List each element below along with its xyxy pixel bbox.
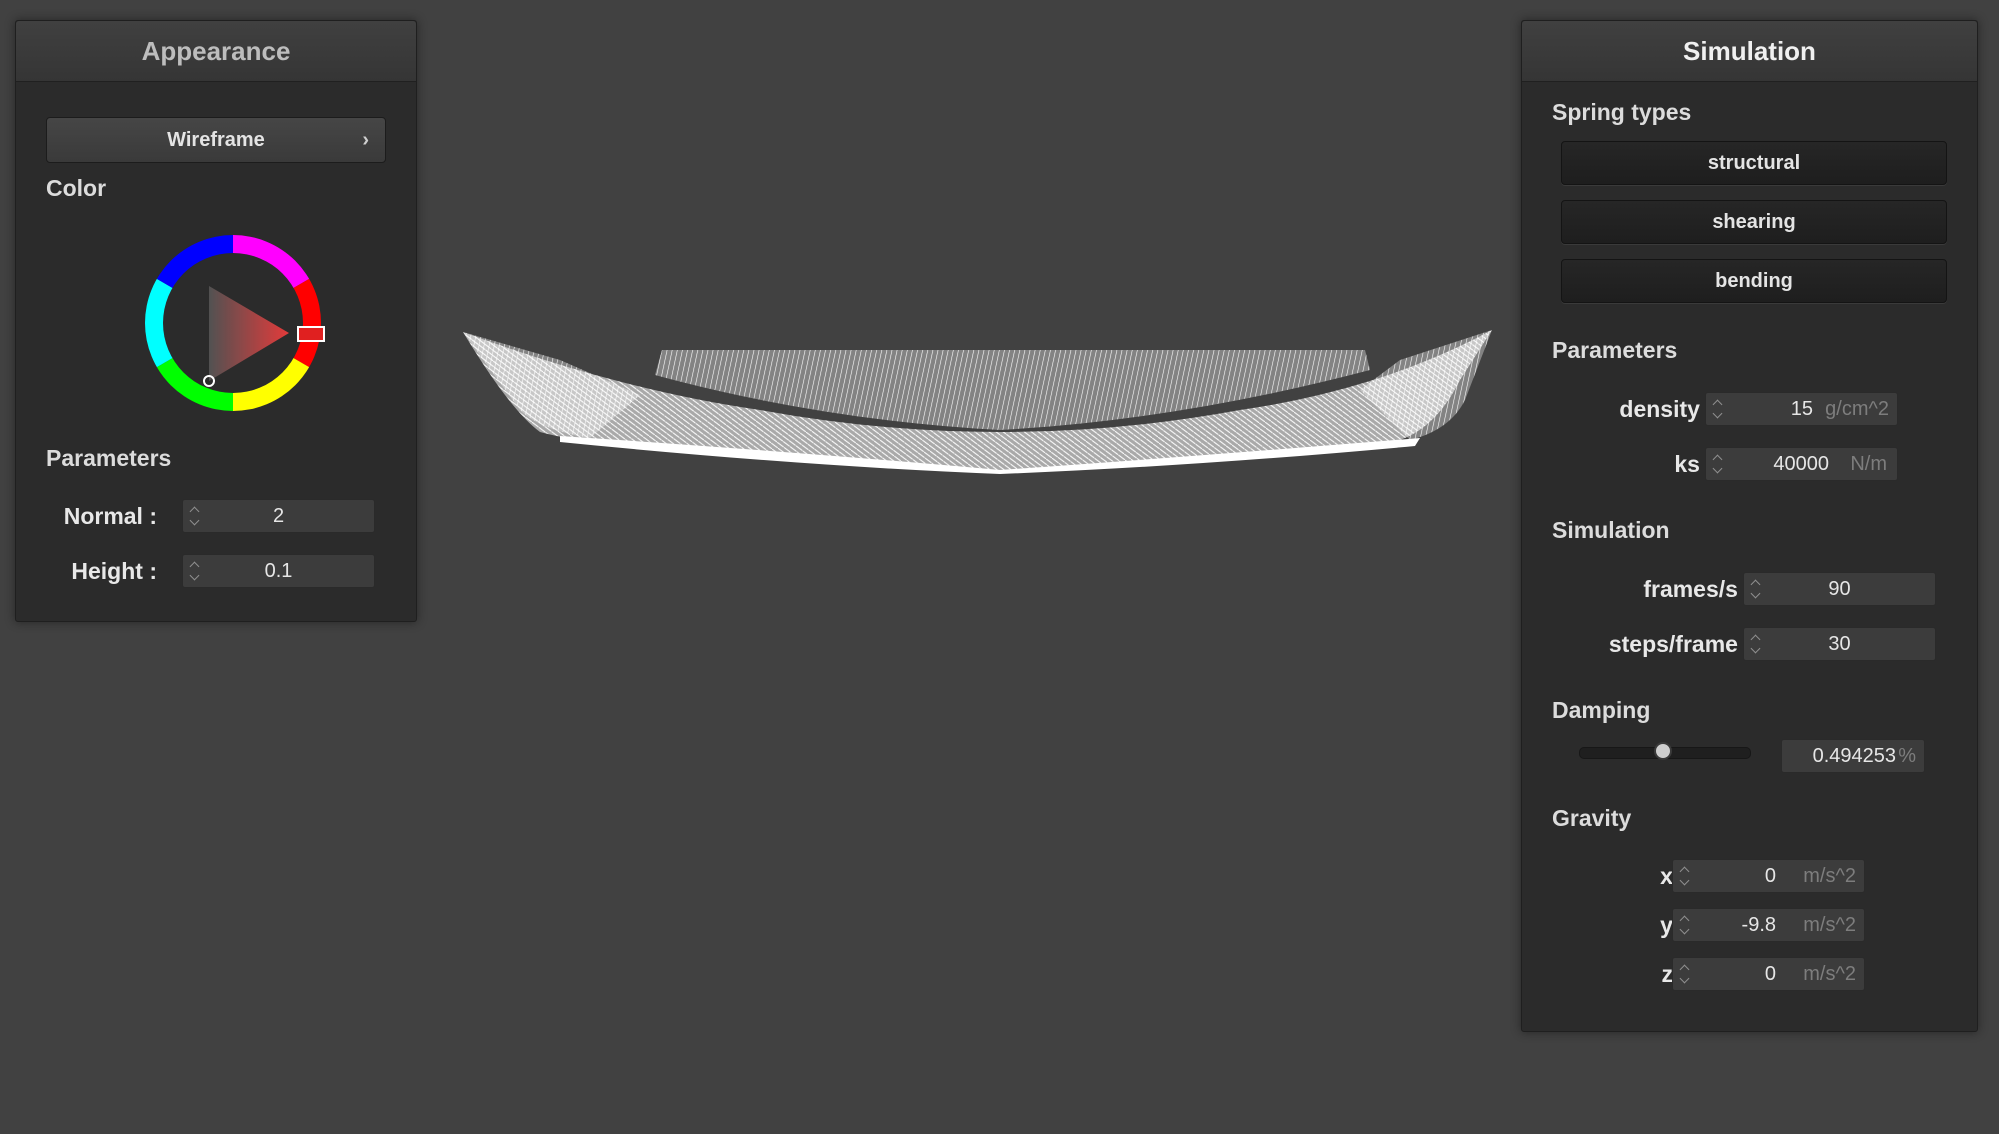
color-wheel[interactable]	[131, 221, 336, 426]
normal-label: Normal :	[63, 503, 157, 529]
color-section-label: Color	[46, 175, 107, 201]
appearance-parameters-label: Parameters	[46, 445, 172, 471]
gravity-z-unit: m/s^2	[1803, 963, 1856, 985]
density-value: 15	[1790, 398, 1813, 420]
height-label: Height :	[71, 558, 157, 584]
shearing-spring-button[interactable]: shearing	[1561, 200, 1947, 244]
steps-value: 30	[1828, 633, 1851, 655]
height-value: 0.1	[264, 560, 293, 582]
damping-input[interactable]: 0.494253 %	[1781, 739, 1925, 773]
steps-label: steps/frame :	[1608, 631, 1752, 657]
simulation-title: Simulation	[1522, 21, 1977, 82]
spring-types-label: Spring types	[1552, 99, 1692, 125]
density-input[interactable]: 15 g/cm^2	[1705, 392, 1898, 426]
gravity-y-unit: m/s^2	[1803, 914, 1856, 936]
appearance-panel: Appearance Wireframe › Color Parameters …	[15, 20, 417, 622]
ks-value: 40000	[1773, 453, 1829, 475]
gravity-z-value: 0	[1764, 963, 1776, 985]
damping-label: Damping	[1552, 697, 1651, 723]
normal-input[interactable]: 2	[182, 499, 375, 533]
damping-slider[interactable]	[1579, 742, 1751, 760]
simulation-panel: Simulation Spring types structural shear…	[1521, 20, 1978, 1032]
density-label: density :	[1619, 396, 1714, 422]
chevron-right-icon: ›	[362, 129, 369, 151]
spinner-icon[interactable]	[1679, 963, 1691, 985]
gravity-z-input[interactable]: 0 m/s^2	[1672, 957, 1865, 991]
spinner-icon[interactable]	[1712, 398, 1724, 420]
sim-simulation-label: Simulation	[1552, 517, 1670, 543]
spinner-icon[interactable]	[1712, 453, 1724, 475]
ks-input[interactable]: 40000 N/m	[1705, 447, 1898, 481]
appearance-title: Appearance	[16, 21, 416, 82]
ks-unit: N/m	[1850, 453, 1887, 475]
bending-spring-button[interactable]: bending	[1561, 259, 1947, 303]
steps-input[interactable]: 30	[1743, 627, 1936, 661]
gravity-y-input[interactable]: -9.8 m/s^2	[1672, 908, 1865, 942]
gravity-x-input[interactable]: 0 m/s^2	[1672, 859, 1865, 893]
normal-value: 2	[272, 505, 285, 527]
damping-slider-knob[interactable]	[1654, 742, 1673, 760]
shading-mode-label: Wireframe	[167, 129, 265, 151]
structural-spring-button[interactable]: structural	[1561, 141, 1947, 185]
shading-mode-button[interactable]: Wireframe ›	[46, 117, 386, 163]
gravity-y-value: -9.8	[1741, 914, 1776, 936]
spinner-icon[interactable]	[1679, 865, 1691, 887]
cloth-mesh	[463, 330, 1492, 474]
damping-value: 0.494253	[1812, 745, 1896, 767]
gravity-x-value: 0	[1764, 865, 1776, 887]
fps-input[interactable]: 90	[1743, 572, 1936, 606]
gravity-label: Gravity	[1552, 805, 1632, 831]
fps-label: frames/s :	[1643, 576, 1752, 602]
hue-picker-handle	[297, 326, 325, 342]
damping-unit: %	[1898, 745, 1916, 767]
density-unit: g/cm^2	[1825, 398, 1889, 420]
spinner-icon[interactable]	[1679, 914, 1691, 936]
height-input[interactable]: 0.1	[182, 554, 375, 588]
sim-parameters-label: Parameters	[1552, 337, 1678, 363]
gravity-x-unit: m/s^2	[1803, 865, 1856, 887]
fps-value: 90	[1828, 578, 1851, 600]
